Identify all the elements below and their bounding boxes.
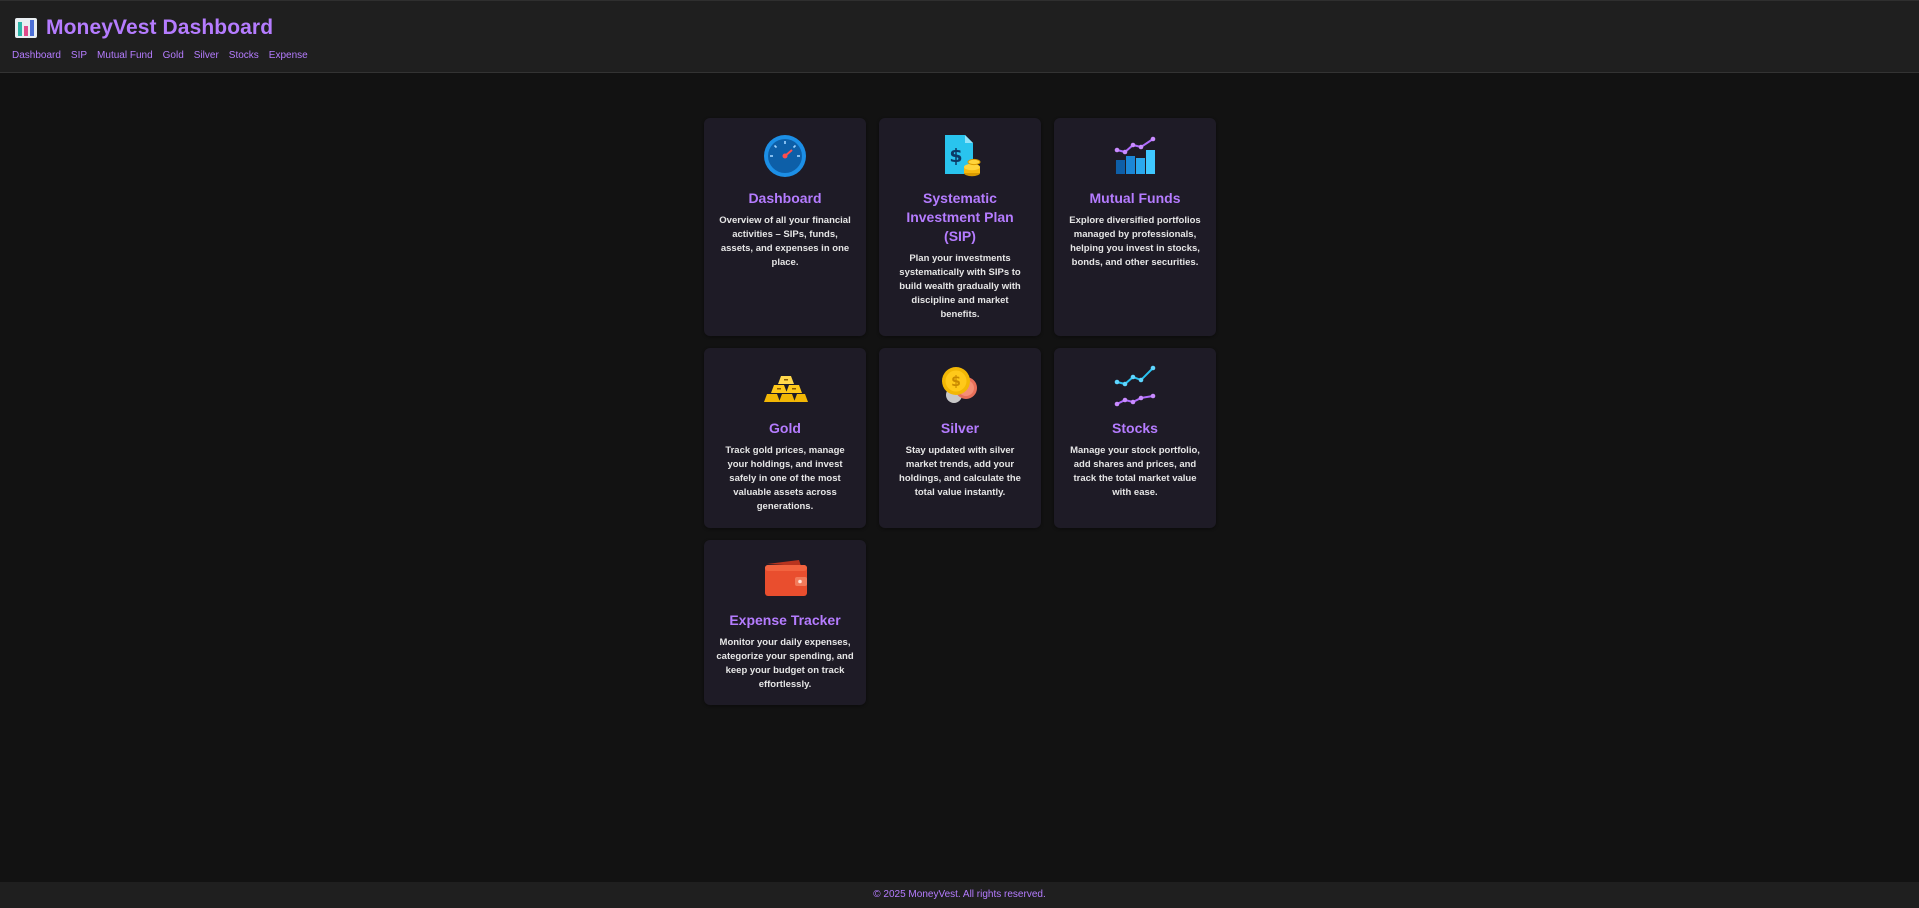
footer-text: © 2025 MoneyVest. All rights reserved.	[873, 889, 1046, 900]
header: MoneyVest Dashboard Dashboard SIP Mutual…	[0, 0, 1919, 73]
bar-chart-icon	[15, 18, 37, 38]
nav-link-dashboard[interactable]: Dashboard	[12, 50, 61, 61]
card-description: Explore diversified portfolios managed b…	[1069, 215, 1201, 268]
gold-bars-icon	[764, 376, 808, 402]
card-mutual-funds[interactable]: Mutual Funds Explore diversified portfol…	[1054, 118, 1216, 336]
card-description: Manage your stock portfolio, add shares …	[1070, 445, 1200, 498]
card-sip[interactable]: $ Systematic Investment Plan (SIP) Plan …	[879, 118, 1041, 336]
card-gold[interactable]: Gold Track gold prices, manage your hold…	[704, 348, 866, 528]
app-title: MoneyVest Dashboard	[46, 16, 274, 39]
card-title: Mutual Funds	[1089, 190, 1181, 206]
nav-link-stocks[interactable]: Stocks	[229, 50, 259, 61]
main-nav: Dashboard SIP Mutual Fund Gold Silver St…	[12, 50, 308, 61]
nav-link-expense[interactable]: Expense	[269, 50, 308, 61]
nav-link-sip[interactable]: SIP	[71, 50, 87, 61]
card-expense-tracker[interactable]: Expense Tracker Monitor your daily expen…	[704, 540, 866, 705]
card-title: Silver	[940, 420, 980, 436]
card-title: Expense Tracker	[729, 612, 841, 628]
wallet-icon	[765, 560, 807, 596]
brand[interactable]: MoneyVest Dashboard	[14, 16, 273, 40]
card-title: Systematic Investment Plan (SIP)	[906, 190, 1014, 244]
stock-lines-icon	[1114, 365, 1156, 407]
card-description: Plan your investments systematically wit…	[899, 253, 1021, 320]
card-title: Dashboard	[748, 190, 822, 206]
card-silver[interactable]: $ Silver Stay updated with silver market…	[879, 348, 1041, 528]
card-description: Monitor your daily expenses, categorize …	[716, 637, 854, 690]
footer: © 2025 MoneyVest. All rights reserved.	[0, 882, 1919, 908]
card-description: Overview of all your financial activitie…	[719, 215, 851, 268]
card-description: Track gold prices, manage your holdings,…	[725, 445, 845, 512]
svg-text:$: $	[951, 374, 961, 390]
card-title: Stocks	[1112, 420, 1158, 436]
nav-link-gold[interactable]: Gold	[163, 50, 184, 61]
card-stocks[interactable]: Stocks Manage your stock portfolio, add …	[1054, 348, 1216, 528]
growth-chart-icon	[1114, 136, 1156, 174]
speedometer-icon	[764, 135, 806, 177]
nav-link-silver[interactable]: Silver	[194, 50, 219, 61]
card-description: Stay updated with silver market trends, …	[899, 445, 1021, 498]
coins-icon: $	[942, 367, 977, 403]
nav-link-mutual-fund[interactable]: Mutual Fund	[97, 50, 153, 61]
svg-text:$: $	[949, 145, 962, 167]
card-dashboard[interactable]: Dashboard Overview of all your financial…	[704, 118, 866, 336]
dollar-document-coins-icon: $	[945, 135, 981, 177]
card-title: Gold	[769, 420, 801, 436]
